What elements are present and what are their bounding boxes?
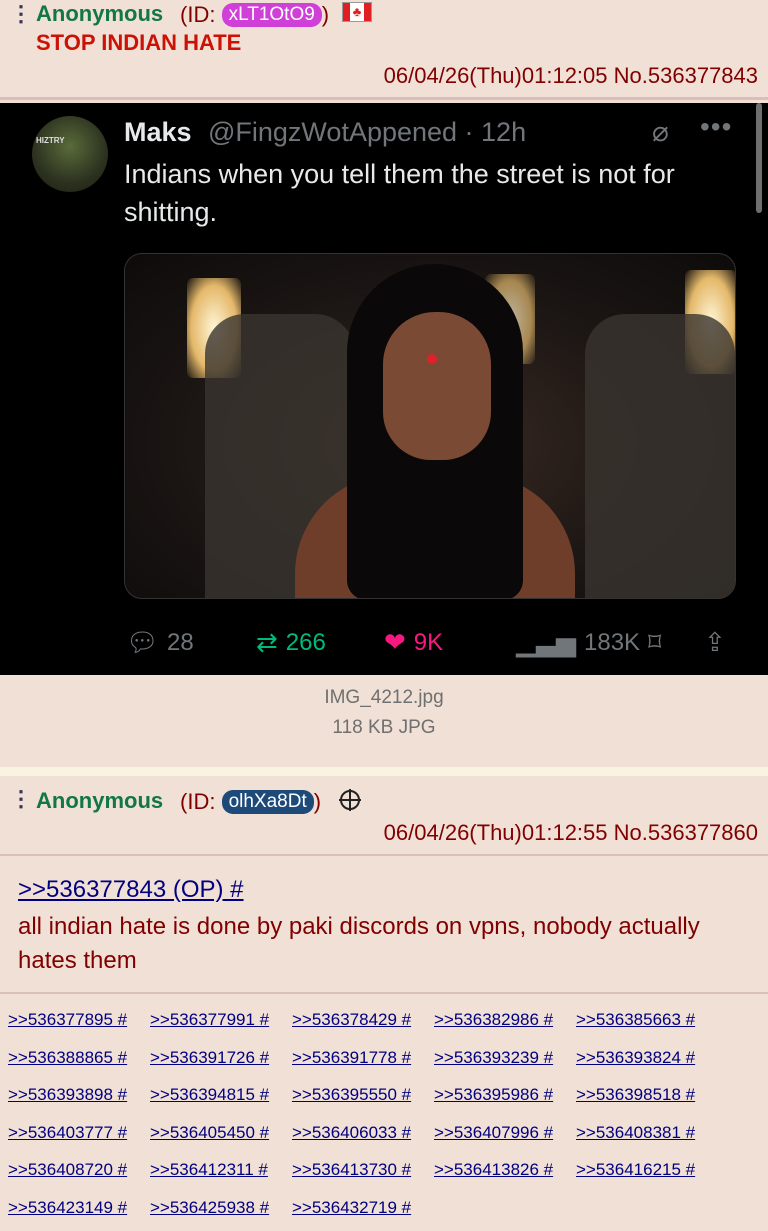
crosshair-icon[interactable]: [339, 789, 361, 811]
reply-count: 💬︎ 28: [126, 627, 194, 657]
country-flag-icon: ♣: [342, 2, 372, 22]
backlink[interactable]: >>536391726 #: [150, 1048, 269, 1068]
heart-icon: ❤: [384, 627, 406, 657]
backlink[interactable]: >>536416215 #: [576, 1160, 695, 1180]
post-message: all indian hate is done by paki discords…: [18, 913, 700, 974]
backlink[interactable]: >>536432719 #: [292, 1198, 411, 1218]
tweet-text: Indians when you tell them the street is…: [124, 159, 675, 227]
backlink[interactable]: >>536413826 #: [434, 1160, 553, 1180]
backlink[interactable]: >>536393898 #: [8, 1085, 127, 1105]
scrollbar: [756, 103, 762, 213]
file-size: 118 KB JPG: [332, 717, 436, 738]
reply-icon: 💬︎: [126, 627, 160, 657]
repost-icon: ⇄: [256, 627, 278, 657]
quote-link[interactable]: >>536377843 (OP) #: [18, 876, 244, 904]
bookmark-icon: ⌑: [648, 627, 662, 657]
avatar: HIZTRY: [32, 116, 108, 192]
poster-id-suffix: ): [313, 789, 322, 814]
backlink[interactable]: >>536406033 #: [292, 1123, 411, 1143]
backlink[interactable]: >>536407996 #: [434, 1123, 553, 1143]
poster-name: Anonymous: [36, 1, 164, 26]
reply-header: ⋮ Anonymous (ID: olhXa8Dt) 06/04/26(Thu)…: [0, 776, 768, 856]
grok-icon: ⌀: [652, 116, 669, 147]
more-options-icon: •••: [700, 111, 733, 142]
repost-count: ⇄ 266: [256, 627, 326, 657]
poster-id-badge[interactable]: xLT1OtO9: [221, 3, 322, 27]
reply-body: >>536377843 (OP) # all indian hate is do…: [0, 856, 768, 994]
backlink[interactable]: >>536394815 #: [150, 1085, 269, 1105]
backlink[interactable]: >>536423149 #: [8, 1198, 127, 1218]
backlink[interactable]: >>536408720 #: [8, 1160, 127, 1180]
poster-id-wrap: (ID: olhXa8Dt): [180, 790, 321, 814]
views-icon: ▁▃▅: [516, 627, 576, 657]
bindi: [427, 354, 437, 364]
backlink[interactable]: >>536393824 #: [576, 1048, 695, 1068]
tweet-author-name: Maks: [124, 117, 192, 147]
backlink[interactable]: >>536425938 #: [150, 1198, 269, 1218]
poster-id-badge[interactable]: olhXa8Dt: [221, 790, 314, 814]
post-number-link[interactable]: No.536377843: [614, 63, 758, 88]
backlink[interactable]: >>536395986 #: [434, 1085, 553, 1105]
backlink[interactable]: >>536398518 #: [576, 1085, 695, 1105]
post-menu-icon[interactable]: ⋮: [10, 788, 32, 810]
post-image[interactable]: HIZTRY Maks @FingzWotAppened · 12h ⌀ •••…: [0, 103, 768, 675]
post-menu-icon[interactable]: ⋮: [10, 3, 32, 25]
backlink[interactable]: >>536405450 #: [150, 1123, 269, 1143]
backlink[interactable]: >>536391778 #: [292, 1048, 411, 1068]
file-info: IMG_4212.jpg 118 KB JPG: [0, 675, 768, 767]
share-icon: ⇪: [704, 627, 726, 657]
post-subject: STOP INDIAN HATE: [36, 30, 242, 55]
tweet-actions: 💬︎ 28 ⇄ 266 ❤ 9K ▁▃▅ 183K ⌑ ⇪: [0, 627, 768, 667]
post-divider: [0, 767, 768, 776]
backlink[interactable]: >>536388865 #: [8, 1048, 127, 1068]
avatar-label: HIZTRY: [36, 136, 65, 145]
post-datetime-number: 06/04/26(Thu)01:12:55 No.536377860: [384, 820, 758, 846]
poster-id-suffix: ): [321, 2, 330, 27]
tweet-author-handle: @FingzWotAppened · 12h: [208, 117, 527, 147]
backlink[interactable]: >>536408381 #: [576, 1123, 695, 1143]
backlink[interactable]: >>536413730 #: [292, 1160, 411, 1180]
file-name[interactable]: IMG_4212.jpg: [0, 687, 768, 709]
tweet-media-photo: [124, 253, 736, 599]
view-count: ▁▃▅ 183K: [516, 627, 641, 657]
poster-name: Anonymous: [36, 788, 164, 813]
poster-id-prefix: (ID:: [180, 2, 222, 27]
backlink[interactable]: >>536385663 #: [576, 1010, 695, 1030]
like-count: ❤ 9K: [384, 627, 444, 657]
backlink[interactable]: >>536377895 #: [8, 1010, 127, 1030]
backlink[interactable]: >>536377991 #: [150, 1010, 269, 1030]
poster-id-prefix: (ID:: [180, 789, 222, 814]
post-number-link[interactable]: No.536377860: [614, 820, 758, 845]
backlink[interactable]: >>536382986 #: [434, 1010, 553, 1030]
backlink[interactable]: >>536395550 #: [292, 1085, 411, 1105]
backlink[interactable]: >>536378429 #: [292, 1010, 411, 1030]
post-datetime: 06/04/26(Thu)01:12:05: [383, 63, 608, 88]
backlink[interactable]: >>536403777 #: [8, 1123, 127, 1143]
post-datetime: 06/04/26(Thu)01:12:55: [383, 820, 608, 845]
backlinks: >>536377895 # >>536377991 # >>536378429 # >…: [0, 996, 768, 1231]
poster-id-wrap: (ID: xLT1OtO9): [180, 3, 329, 27]
post-datetime-number: 06/04/26(Thu)01:12:05 No.536377843: [384, 63, 758, 89]
backlink[interactable]: >>536393239 #: [434, 1048, 553, 1068]
backlink[interactable]: >>536412311 #: [150, 1160, 268, 1180]
post-header: ⋮ Anonymous (ID: xLT1OtO9) ♣ STOP INDIAN…: [0, 0, 768, 100]
